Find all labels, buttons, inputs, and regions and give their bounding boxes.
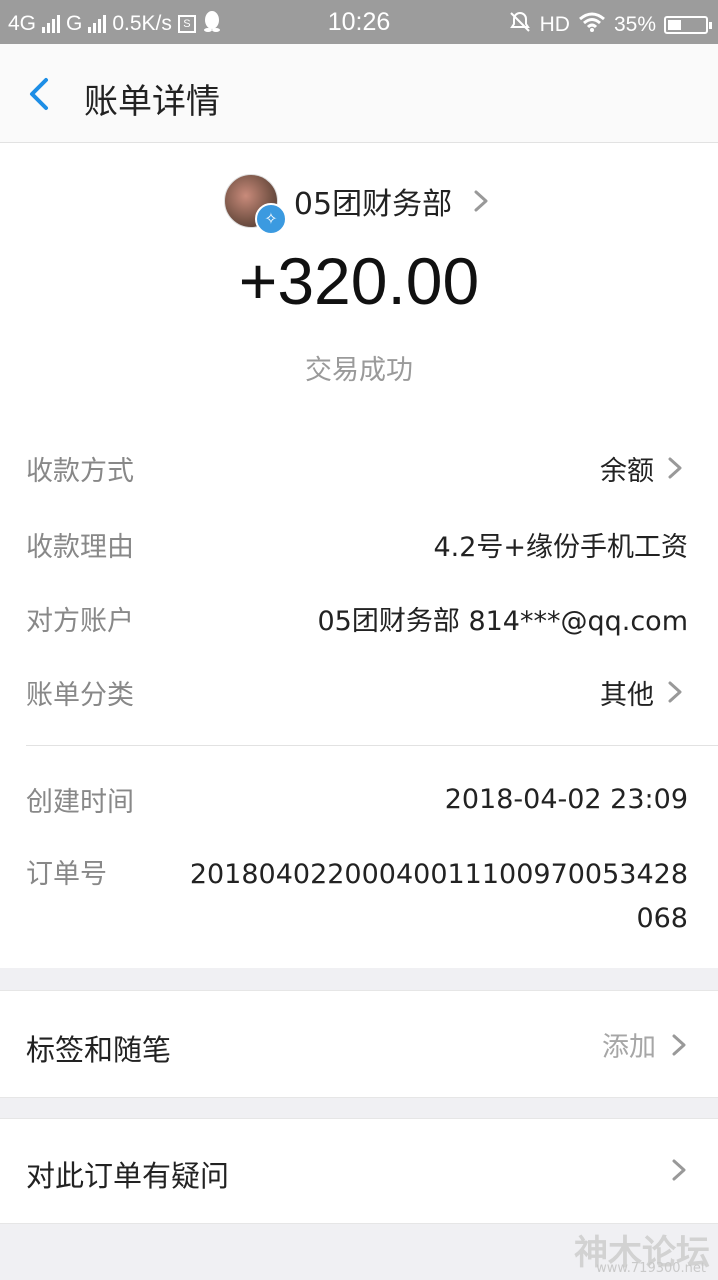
order-value: 20180402200040011100970053428 068	[189, 859, 688, 934]
detail-label: 账单分类	[26, 679, 134, 711]
wifi-icon	[578, 11, 606, 39]
chevron-left-icon	[30, 78, 48, 110]
watermark-site: www.719300.net	[596, 1261, 706, 1276]
detail-value: 其他	[600, 679, 654, 711]
bill-detail-card: ✧ 05团财务部 +320.00 交易成功 收款方式 余额 收款理由 4.2号+…	[0, 143, 718, 968]
created-value: 2018-04-02 23:09	[444, 783, 688, 815]
tags-title: 标签和随笔	[26, 1033, 172, 1067]
detail-label: 对方账户	[26, 605, 134, 637]
detail-row-account: 对方账户 05团财务部 814***@qq.com	[26, 595, 688, 641]
tags-notes-row[interactable]: 标签和随笔 添加	[0, 990, 718, 1098]
battery-icon	[664, 16, 712, 34]
chevron-right-icon	[672, 1034, 686, 1055]
created-label: 创建时间	[26, 786, 134, 818]
payee-header[interactable]: ✧ 05团财务部	[0, 171, 718, 235]
detail-label: 收款理由	[26, 531, 134, 563]
chevron-right-icon	[668, 457, 682, 479]
divider	[26, 745, 718, 746]
detail-row-order-number: 订单号 20180402200040011100970053428 068	[26, 853, 688, 941]
chevron-right-icon	[668, 681, 682, 703]
status-right: HD 35%	[508, 10, 712, 40]
payee-name: 05团财务部	[293, 187, 453, 222]
detail-value: 余额	[600, 455, 654, 487]
question-title: 对此订单有疑问	[26, 1159, 230, 1193]
status-bar: 4G G 0.5K/s S 10:26 HD 35%	[0, 0, 718, 44]
nav-bar: 账单详情	[0, 44, 718, 143]
detail-row-category[interactable]: 账单分类 其他	[26, 669, 688, 715]
battery-percent: 35%	[613, 13, 656, 36]
detail-row-reason: 收款理由 4.2号+缘份手机工资	[26, 521, 688, 567]
detail-row-payment-method[interactable]: 收款方式 余额	[26, 445, 688, 491]
add-label: 添加	[602, 1032, 656, 1063]
back-button[interactable]	[22, 72, 62, 116]
hd-label: HD	[539, 13, 570, 36]
verified-badge-icon: ✧	[254, 203, 287, 235]
order-label: 订单号	[26, 859, 107, 890]
detail-value: 05团财务部 814***@qq.com	[317, 605, 689, 637]
order-question-row[interactable]: 对此订单有疑问	[0, 1118, 718, 1224]
chevron-right-icon	[474, 190, 488, 212]
detail-label: 收款方式	[26, 455, 134, 487]
transaction-status: 交易成功	[305, 355, 413, 386]
page-title: 账单详情	[84, 82, 220, 122]
mute-icon	[508, 10, 532, 40]
detail-row-created-time: 创建时间 2018-04-02 23:09	[26, 776, 688, 822]
chevron-right-icon	[672, 1159, 686, 1181]
avatar: ✧	[223, 174, 287, 235]
amount: +320.00	[238, 244, 480, 318]
battery-level	[668, 20, 681, 30]
detail-value: 4.2号+缘份手机工资	[433, 531, 688, 563]
